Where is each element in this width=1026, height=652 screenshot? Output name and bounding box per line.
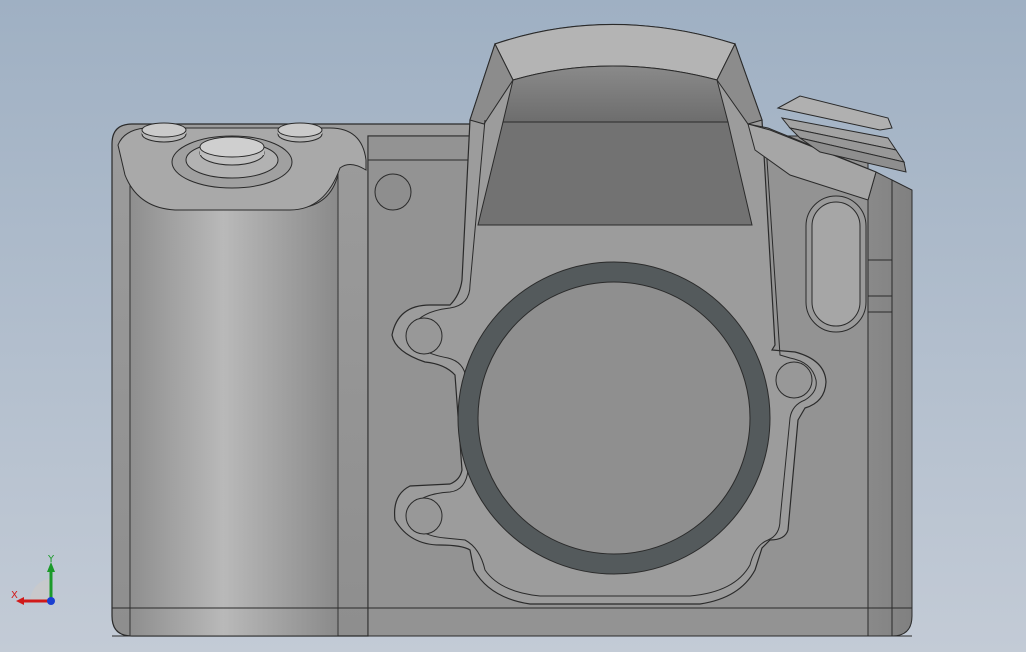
mount-screw-hole bbox=[775, 361, 813, 399]
self-timer-lamp bbox=[374, 173, 412, 211]
y-axis-label: Y bbox=[47, 554, 55, 565]
grip bbox=[129, 169, 339, 637]
prism-window bbox=[477, 121, 753, 226]
x-axis-label: X bbox=[11, 590, 18, 601]
z-axis-dot bbox=[47, 597, 55, 605]
mount-screw-hole bbox=[405, 497, 443, 535]
cad-viewport[interactable]: Y X bbox=[0, 0, 1026, 652]
lens-mount-opening bbox=[477, 281, 751, 555]
camera-body-model[interactable] bbox=[0, 0, 1026, 652]
mount-screw-hole bbox=[405, 317, 443, 355]
axis-triad: Y X bbox=[11, 554, 55, 605]
